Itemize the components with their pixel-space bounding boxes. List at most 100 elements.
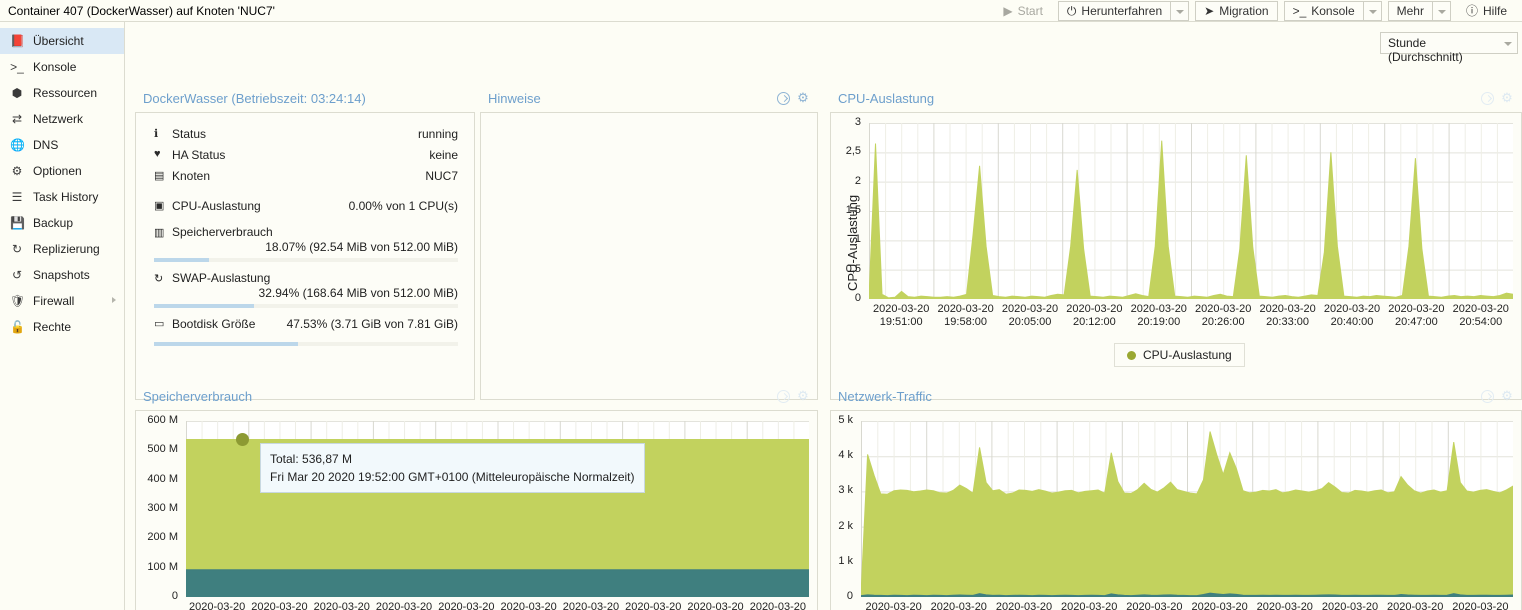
sidebar-item-snapshots[interactable]: ↺ Snapshots	[0, 262, 124, 288]
migration-button-label: Migration	[1219, 4, 1269, 18]
network-panel-header: Netzwerk-Traffic ⚙	[830, 382, 1522, 410]
y-axis-tick: 100 M	[147, 560, 178, 573]
status-row: ℹ Status running	[154, 127, 458, 148]
sidebar-item-label: Konsole	[33, 60, 77, 74]
chevron-right-icon	[112, 297, 116, 303]
gear-icon[interactable]: ⚙	[1500, 91, 1514, 105]
start-button-label: Start	[1017, 4, 1043, 18]
status-row: ▥ Speicherverbrauch 18.07% (92.54 MiB von …	[154, 225, 458, 262]
shield-icon: 🛡	[10, 294, 26, 308]
globe-icon: 🌐	[10, 138, 25, 152]
help-button[interactable]: ⓘ Hilfe	[1457, 1, 1516, 21]
help-button-group: ⓘ Hilfe	[1457, 1, 1516, 21]
plot-area	[869, 123, 1513, 299]
sidebar-item-dns[interactable]: 🌐 DNS	[0, 132, 124, 158]
expand-icon[interactable]	[1481, 389, 1494, 403]
window-title: Container 407 (DockerWasser) auf Knoten …	[8, 4, 275, 18]
sidebar-item-optionen[interactable]: ⚙ Optionen	[0, 158, 124, 184]
notes-panel-tools: ⚙	[777, 91, 818, 105]
sidebar-item-task-history[interactable]: ☰ Task History	[0, 184, 124, 210]
gear-icon[interactable]: ⚙	[1500, 389, 1514, 403]
chart-hover-point	[236, 432, 249, 446]
chart-legend[interactable]: CPU-Auslastung	[1114, 343, 1245, 367]
sidebar-item-konsole[interactable]: >_ Konsole	[0, 54, 124, 80]
start-button[interactable]: ▶ Start	[994, 1, 1052, 21]
memory-panel-tools: ⚙	[777, 389, 818, 403]
legend-color-dot	[1127, 350, 1136, 360]
migration-button-group: ➤ Migration	[1195, 1, 1278, 21]
sidebar-item-label: Replizierung	[33, 242, 100, 256]
sidebar-item-label: Firewall	[33, 294, 75, 308]
power-icon: ⏻	[1066, 4, 1077, 18]
y-axis-tick: 500 M	[147, 443, 178, 456]
swap-icon: ↻	[154, 272, 164, 285]
gear-icon[interactable]: ⚙	[796, 91, 810, 105]
y-axis-tick: 1 k	[838, 554, 853, 567]
status-row-value: 47.53% (3.71 GiB von 7.81 GiB)	[286, 317, 458, 331]
status-row-label: Status	[172, 127, 207, 141]
console-dropdown-arrow[interactable]	[1363, 1, 1382, 21]
shutdown-button-label: Herunterfahren	[1081, 4, 1163, 18]
network-chart[interactable]: 01 k2 k3 k4 k5 k2020-03-2019:51:002020-0…	[830, 410, 1522, 610]
sidebar-item-label: Rechte	[33, 320, 72, 334]
status-panel-header: DockerWasser (Betriebszeit: 03:24:14)	[135, 84, 475, 112]
y-axis-tick: 2 k	[838, 519, 853, 532]
y-axis-tick: 3	[854, 116, 861, 128]
more-dropdown-arrow[interactable]	[1432, 1, 1451, 21]
console-button-group: >_ Konsole	[1283, 1, 1382, 21]
cpu-icon: ▣	[154, 200, 165, 212]
sidebar-item-label: Ressourcen	[33, 86, 98, 100]
history-icon: ↺	[11, 268, 23, 282]
status-row-label: Knoten	[172, 169, 211, 183]
info-icon: ℹ	[154, 128, 159, 140]
content-area: Stunde (Durchschnitt) DockerWasser (Betr…	[126, 22, 1522, 610]
sidebar-item-rechte[interactable]: 🔓 Rechte	[0, 314, 124, 340]
cpu-chart[interactable]: CPU-Auslastung 0 0,5 1 1,5 2 2,5 3 2020-03-20 19:…	[830, 112, 1522, 400]
network-panel-tools: ⚙	[1481, 389, 1522, 403]
sidebar-item-label: Snapshots	[33, 268, 90, 282]
tooltip-timestamp: Fri Mar 20 2020 19:52:00 GMT+0100 (Mitte…	[270, 470, 635, 484]
terminal-icon: >_	[10, 60, 24, 74]
y-axis-tick: 3 k	[838, 484, 853, 497]
expand-icon[interactable]	[777, 91, 790, 105]
expand-icon[interactable]	[1481, 91, 1494, 105]
migration-button[interactable]: ➤ Migration	[1195, 1, 1278, 21]
shutdown-dropdown-arrow[interactable]	[1171, 1, 1190, 21]
status-row: ↻ SWAP-Auslastung 32.94% (168.64 MiB von 5…	[154, 271, 458, 308]
cpu-panel-tools: ⚙	[1481, 91, 1522, 105]
book-icon: 📕	[10, 34, 25, 48]
sidebar-item--bersicht[interactable]: 📕 Übersicht	[0, 28, 124, 54]
chart-tooltip: Total: 536,87 M Fri Mar 20 2020 19:52:00 …	[260, 443, 645, 493]
y-axis-tick: 200 M	[147, 531, 178, 544]
notes-panel-header: Hinweise ⚙	[480, 84, 818, 112]
play-icon: ▶	[1003, 4, 1013, 18]
sidebar-item-label: DNS	[33, 138, 59, 152]
expand-icon[interactable]	[777, 389, 790, 403]
refresh-icon: ↻	[11, 242, 23, 256]
sidebar-item-label: Task History	[33, 190, 99, 204]
sidebar-item-netzwerk[interactable]: ⇄ Netzwerk	[0, 106, 124, 132]
heart-icon: ♥	[154, 148, 161, 160]
sidebar-item-ressourcen[interactable]: ⬢ Ressourcen	[0, 80, 124, 106]
sidebar-item-backup[interactable]: 💾 Backup	[0, 210, 124, 236]
console-button[interactable]: >_ Konsole	[1283, 1, 1364, 21]
shutdown-button[interactable]: ⏻ Herunterfahren	[1057, 1, 1172, 21]
time-range-select[interactable]: Stunde (Durchschnitt)	[1380, 32, 1518, 64]
list-icon: ☰	[11, 190, 23, 204]
sidebar-item-replizierung[interactable]: ↻ Replizierung	[0, 236, 124, 262]
y-axis-tick: 5 k	[838, 414, 853, 426]
more-button[interactable]: Mehr	[1387, 1, 1433, 21]
status-panel: DockerWasser (Betriebszeit: 03:24:14) ℹ S…	[135, 84, 475, 400]
memory-chart[interactable]: 0 100 M 200 M 300 M 400 M 500 M 600 M 2020-03-2…	[135, 410, 818, 610]
notes-panel-body[interactable]	[480, 112, 818, 400]
sidebar-item-label: Backup	[33, 216, 74, 230]
gear-icon: ⚙	[11, 164, 23, 178]
memory-panel-header: Speicherverbrauch ⚙	[135, 382, 818, 410]
status-panel-body: ℹ Status running ♥ HA Status keine ▤ Knoten NUC7…	[135, 112, 475, 400]
sidebar-item-firewall[interactable]: 🛡 Firewall	[0, 288, 124, 314]
server-icon: ▤	[154, 170, 165, 182]
status-row: ▣ CPU-Auslastung 0.00% von 1 CPU(s)	[154, 199, 458, 220]
harddisk-icon: ▭	[154, 318, 165, 330]
gear-icon[interactable]: ⚙	[796, 389, 810, 403]
exchange-icon: ⇄	[11, 112, 23, 126]
